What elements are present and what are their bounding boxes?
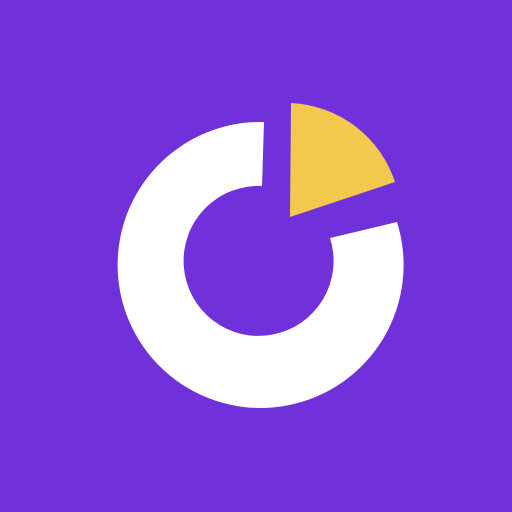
app-icon <box>0 0 512 512</box>
pie-chart-icon <box>0 0 512 512</box>
icon-background <box>0 0 512 512</box>
